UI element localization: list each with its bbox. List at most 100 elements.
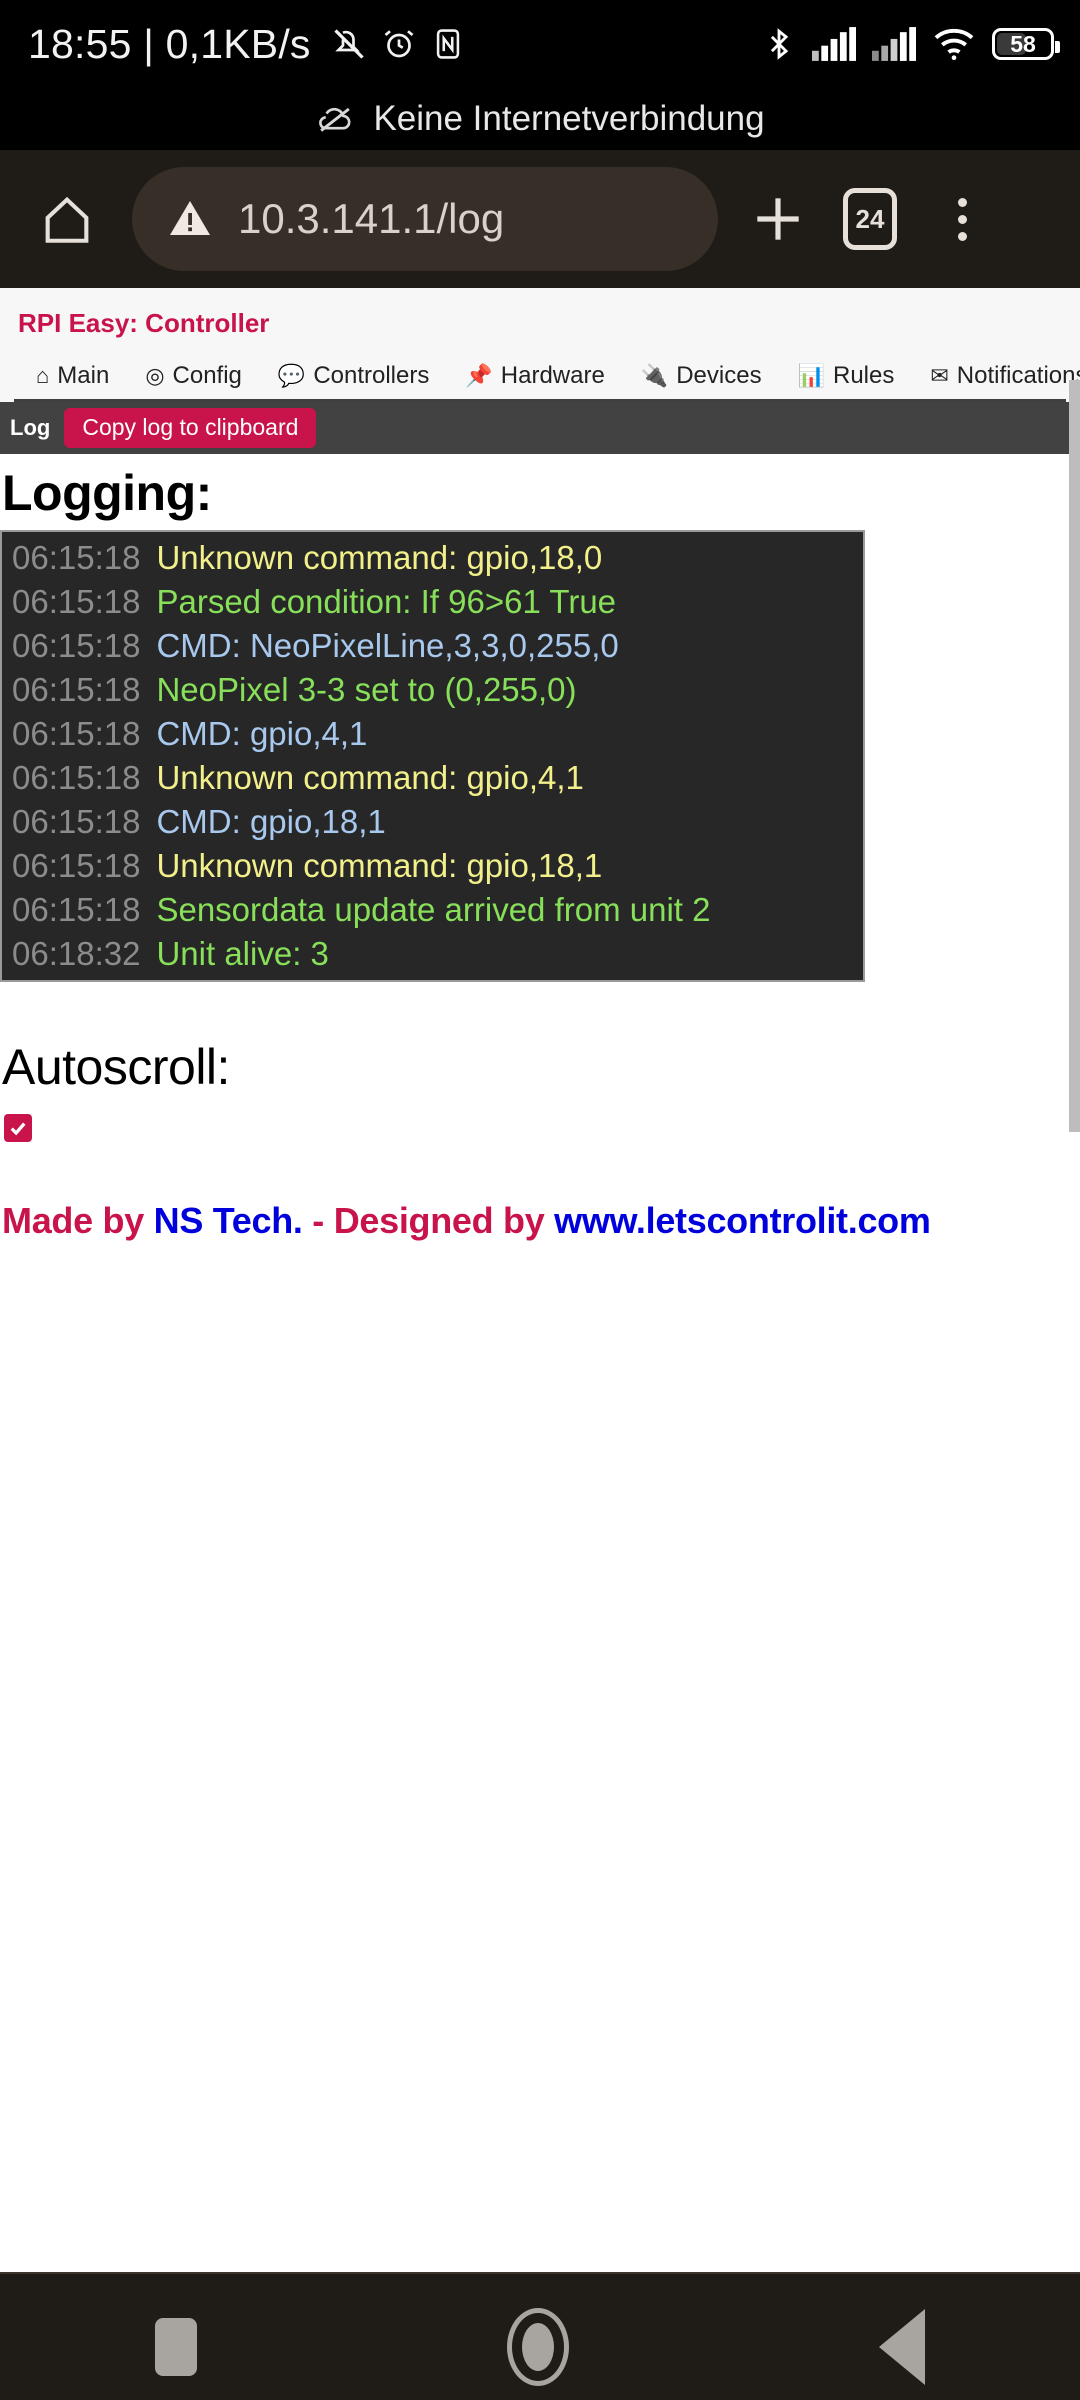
tab-controllers-label: Controllers <box>313 362 430 389</box>
log-line: 06:15:18 CMD: gpio,18,1 <box>2 800 863 844</box>
log-line: 06:15:18 CMD: NeoPixelLine,3,3,0,255,0 <box>2 624 863 668</box>
speech-bubble-icon: 💬 <box>277 363 306 388</box>
chart-icon: 📊 <box>797 363 825 388</box>
status-left-icons <box>331 26 465 62</box>
plug-icon: 🔌 <box>640 363 669 388</box>
footer-made-by: Made by <box>2 1200 154 1241</box>
tab-config-label: Config <box>172 362 242 389</box>
url-bar[interactable]: 10.3.141.1/log <box>132 167 718 271</box>
log-timestamp: 06:15:18 <box>12 847 141 884</box>
tab-controllers[interactable]: 💬 Controllers <box>260 352 447 399</box>
log-line: 06:15:18 Unknown command: gpio,18,1 <box>2 844 863 888</box>
copy-log-button[interactable]: Copy log to clipboard <box>64 408 317 448</box>
android-status-bar: 18:55 | 0,1KB/s 58 <box>0 0 1080 88</box>
battery-level: 58 <box>1010 30 1036 57</box>
back-triangle-icon[interactable] <box>879 2309 925 2385</box>
browser-toolbar: 10.3.141.1/log 24 <box>0 150 1080 288</box>
android-nav-bar <box>0 2272 1080 2400</box>
log-line: 06:15:18 CMD: gpio,4,1 <box>2 712 863 756</box>
tab-rules-label: Rules <box>832 362 895 389</box>
wifi-icon <box>932 26 976 62</box>
log-message: NeoPixel 3-3 set to (0,255,0) <box>156 671 577 708</box>
footer-author-link[interactable]: NS Tech. <box>154 1200 303 1241</box>
mute-icon <box>331 26 367 62</box>
log-subtoolbar: Log Copy log to clipboard <box>0 402 1080 454</box>
signal-icon-2 <box>872 27 916 61</box>
log-message: CMD: gpio,18,1 <box>156 803 386 840</box>
tab-notifications-label: Notifications <box>956 362 1080 389</box>
log-timestamp: 06:15:18 <box>12 715 141 752</box>
tab-notifications[interactable]: ✉ Notifications <box>912 352 1080 399</box>
cloud-off-icon <box>315 104 355 134</box>
house-icon: ⌂ <box>36 363 50 388</box>
status-bar-left: 18:55 | 0,1KB/s <box>28 21 465 68</box>
page-header: RPI Easy: Controller ⌂ Main ◎ Config 💬 C… <box>0 288 1080 402</box>
log-timestamp: 06:15:18 <box>12 671 141 708</box>
log-line: 06:15:18 Parsed condition: If 96>61 True <box>2 580 863 624</box>
bluetooth-icon <box>762 24 796 64</box>
log-message: CMD: NeoPixelLine,3,3,0,255,0 <box>156 627 619 664</box>
nfc-icon <box>431 27 465 61</box>
tab-hardware-label: Hardware <box>500 362 605 389</box>
page-footer: Made by NS Tech. - Designed by www.letsc… <box>0 1142 1080 1242</box>
tab-devices-label: Devices <box>676 362 762 389</box>
no-internet-text: Keine Internetverbindung <box>373 99 765 138</box>
tab-hardware[interactable]: 📌 Hardware <box>447 352 622 399</box>
page-scrollbar[interactable] <box>1069 380 1080 1132</box>
tab-counter-button[interactable]: 24 <box>828 177 912 261</box>
log-timestamp: 06:15:18 <box>12 627 141 664</box>
gear-icon: ◎ <box>145 363 165 388</box>
tab-main[interactable]: ⌂ Main <box>18 352 127 399</box>
log-output-box[interactable]: 06:15:18 Unknown command: gpio,18,0 06:15… <box>0 530 865 982</box>
status-clock: 18:55 | 0,1KB/s <box>28 20 311 67</box>
log-line: 06:15:18 Unknown command: gpio,4,1 <box>2 756 863 800</box>
overflow-menu-icon[interactable] <box>920 177 1004 261</box>
log-line: 06:15:18 NeoPixel 3-3 set to (0,255,0) <box>2 668 863 712</box>
tab-count-box: 24 <box>843 188 897 250</box>
menu-dots <box>957 197 967 241</box>
battery-icon: 58 <box>992 28 1060 60</box>
tab-devices[interactable]: 🔌 Devices <box>623 352 780 399</box>
log-label: Log <box>10 415 51 440</box>
autoscroll-label: Autoscroll: <box>2 1039 230 1095</box>
status-bar-right: 58 <box>762 0 1060 88</box>
main-nav-tabs: ⌂ Main ◎ Config 💬 Controllers 📌 Hardware… <box>14 351 1080 402</box>
envelope-icon: ✉ <box>930 363 949 388</box>
logging-heading: Logging: <box>2 465 212 521</box>
no-internet-banner: Keine Internetverbindung <box>0 88 1080 150</box>
log-timestamp: 06:15:18 <box>12 583 141 620</box>
log-line: 06:15:18 Sensordata update arrived from u… <box>2 888 863 932</box>
log-timestamp: 06:15:18 <box>12 891 141 928</box>
pushpin-icon: 📌 <box>465 363 493 388</box>
tab-main-label: Main <box>57 362 110 389</box>
alarm-icon <box>381 26 417 62</box>
page-title: RPI Easy: Controller <box>18 308 270 338</box>
log-line: 06:15:18 Unknown command: gpio,18,0 <box>2 536 863 580</box>
log-timestamp: 06:15:18 <box>12 539 141 576</box>
log-message: Unknown command: gpio,18,1 <box>156 847 603 884</box>
home-circle-icon[interactable] <box>507 2308 569 2386</box>
log-message: Parsed condition: If 96>61 True <box>156 583 617 620</box>
log-timestamp: 06:15:18 <box>12 803 141 840</box>
web-page: RPI Easy: Controller ⌂ Main ◎ Config 💬 C… <box>0 288 1080 2272</box>
home-icon[interactable] <box>28 180 106 258</box>
tab-rules[interactable]: 📊 Rules <box>780 352 913 399</box>
tab-count-label: 24 <box>855 203 885 234</box>
log-timestamp: 06:18:32 <box>12 935 141 972</box>
footer-designed-by: - Designed by <box>302 1200 555 1241</box>
plus-icon[interactable] <box>736 177 820 261</box>
tab-config[interactable]: ◎ Config <box>127 352 260 399</box>
page-content: Logging: 06:15:18 Unknown command: gpio,1… <box>0 454 1080 1242</box>
warning-triangle-icon <box>166 195 214 243</box>
log-message: CMD: gpio,4,1 <box>156 715 368 752</box>
footer-designer-link[interactable]: www.letscontrolit.com <box>554 1200 931 1241</box>
log-message: Sensordata update arrived from unit 2 <box>156 891 711 928</box>
recents-icon[interactable] <box>155 2318 197 2376</box>
log-timestamp: 06:15:18 <box>12 759 141 796</box>
log-message: Unknown command: gpio,18,0 <box>156 539 603 576</box>
log-message: Unit alive: 3 <box>156 935 329 972</box>
log-message: Unknown command: gpio,4,1 <box>156 759 584 796</box>
autoscroll-checkbox[interactable] <box>4 1114 32 1142</box>
log-line: 06:18:32 Unit alive: 3 <box>2 932 863 976</box>
url-text: 10.3.141.1/log <box>238 195 505 242</box>
